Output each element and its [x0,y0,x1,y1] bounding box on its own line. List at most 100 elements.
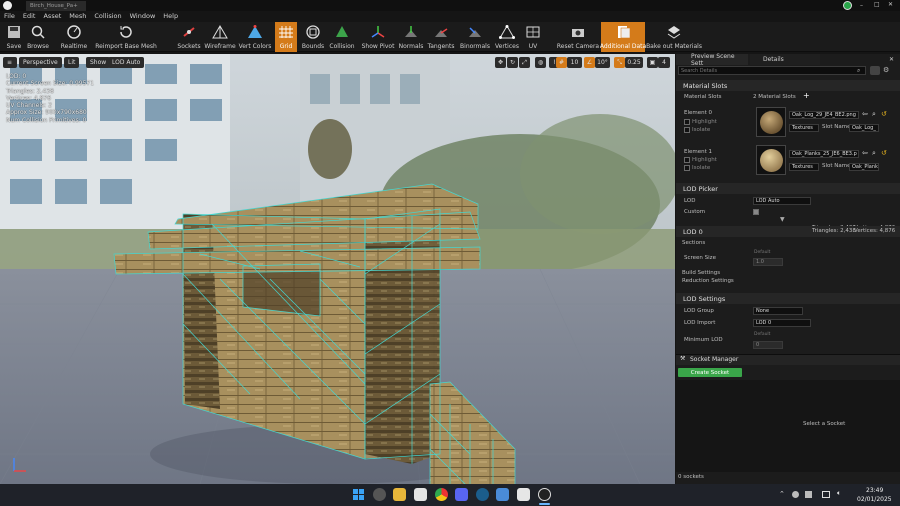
notepad-icon[interactable] [414,488,427,501]
tray-chevron-icon[interactable]: ⌃ [779,490,785,498]
chrome-icon[interactable] [435,488,448,501]
menu-edit[interactable]: Edit [19,11,40,22]
build-settings-label[interactable]: Build Settings [682,270,720,276]
realtime-button[interactable]: Realtime [60,22,88,52]
element-1-material-select[interactable]: Oak_Planks_25_JE6_BE3.p [789,150,859,158]
minimum-lod-field[interactable]: 0 [753,341,783,349]
settings-app-icon[interactable] [373,488,386,501]
bounds-button[interactable]: Bounds [300,22,326,52]
lod-settings-header[interactable]: LOD Settings [676,293,900,304]
settings-icon[interactable]: ⚙ [883,66,889,74]
network-icon[interactable] [822,491,830,498]
element-1-isolate-checkbox[interactable] [684,165,690,171]
lod-group-select[interactable]: None [753,307,803,315]
collision-button[interactable]: Collision [328,22,356,52]
material-slots-header[interactable]: Material Slots [676,80,900,91]
camera-speed-icon[interactable]: ▣ [647,57,658,68]
uv-button[interactable]: UV [524,22,542,52]
sections-label[interactable]: Sections [682,240,705,246]
element-0-browse-arrow-icon[interactable]: ⇦ [862,110,868,118]
minimize-button[interactable]: – [860,2,863,9]
browse-button[interactable]: Browse [26,22,50,52]
screen-size-field[interactable]: 1.0 [753,258,783,266]
normals-button[interactable]: Normals [398,22,424,52]
menu-window[interactable]: Window [126,11,160,22]
element-1-browse-arrow-icon[interactable]: ⇦ [862,149,868,157]
create-socket-button[interactable]: Create Socket [678,368,742,377]
sockets-button[interactable]: Sockets [177,22,201,52]
menu-mesh[interactable]: Mesh [65,11,90,22]
element-0-material-thumbnail[interactable] [756,107,786,137]
element-0-find-icon[interactable]: ⌕ [872,110,876,119]
translate-tool-icon[interactable]: ✥ [495,57,506,68]
tray-app-icon-1[interactable] [792,491,799,498]
taskbar-time[interactable]: 23:49 [866,487,883,494]
binormals-button[interactable]: Binormals [459,22,491,52]
element-1-material-thumbnail[interactable] [756,145,786,175]
element-1-reset-icon[interactable]: ↺ [881,149,887,157]
element-0-textures-select[interactable]: Textures [789,124,819,132]
reduction-settings-label[interactable]: Reduction Settings [682,278,734,284]
rotation-snap-value[interactable]: 10° [595,57,610,68]
taskbar-date[interactable]: 02/01/2025 [857,496,892,503]
lod-auto-button[interactable]: LOD Auto [108,57,145,68]
element-0-reset-icon[interactable]: ↺ [881,110,887,118]
wireframe-button[interactable]: Wireframe [204,22,236,52]
scale-tool-icon[interactable]: ⤢ [519,57,530,68]
grid-button[interactable]: Grid [275,22,297,52]
save-button[interactable]: Save [2,22,26,52]
vert-colors-button[interactable]: Vert Colors [238,22,272,52]
element-0-highlight-checkbox[interactable] [684,119,690,125]
menu-asset[interactable]: Asset [39,11,65,22]
tab-preview-scene-settings[interactable]: Preview Scene Sett [676,53,748,67]
store-icon[interactable] [496,488,509,501]
close-button[interactable]: ✕ [888,1,893,8]
reimport-base-mesh-button[interactable]: Reimport Base Mesh [95,22,157,52]
maximize-button[interactable]: □ [874,1,880,8]
element-1-textures-select[interactable]: Textures [789,163,819,171]
rotate-tool-icon[interactable]: ↻ [507,57,518,68]
element-0-material-select[interactable]: Oak_Log_29_JE4_BE2.png [789,111,859,119]
grid-snap-icon[interactable]: # [556,57,567,68]
volume-icon[interactable]: 🔈︎ [837,489,841,498]
grid-snap-value[interactable]: 10 [567,57,582,68]
world-local-icon[interactable]: ◍ [535,57,546,68]
epic-games-icon[interactable] [517,488,530,501]
asset-tab[interactable]: Birch_House_Pa+ [26,1,86,11]
help-status-icon[interactable] [843,1,852,10]
socket-list[interactable] [676,380,900,472]
lod-import-select[interactable]: LOD 0 [753,319,811,327]
menu-file[interactable]: File [0,11,19,22]
scale-snap-icon[interactable]: ⤡ [614,57,625,68]
viewport-options-button[interactable]: ≡ [3,57,17,68]
discord-icon[interactable] [455,488,468,501]
lod-picker-header[interactable]: LOD Picker [676,183,900,194]
reset-camera-button[interactable]: Reset Camera [557,22,599,52]
tangents-button[interactable]: Tangents [427,22,455,52]
custom-lod-checkbox[interactable] [753,209,759,215]
menu-help[interactable]: Help [159,11,182,22]
tab-details[interactable]: Details [750,54,820,65]
viewport[interactable]: ≡ Perspective Lit Show LOD Auto LOD: 0 C… [0,54,675,484]
element-0-isolate-checkbox[interactable] [684,127,690,133]
show-pivot-button[interactable]: Show Pivot [362,22,394,52]
perspective-button[interactable]: Perspective [19,57,62,68]
show-button[interactable]: Show [86,57,111,68]
expand-arrow-icon[interactable]: ▼ [780,216,785,223]
lit-button[interactable]: Lit [64,57,80,68]
element-0-slot-name-field[interactable]: Oak_Log_ [849,124,879,132]
add-material-slot-button[interactable]: + [803,91,810,100]
unreal-editor-taskbar-icon[interactable] [538,488,551,501]
element-1-slot-name-field[interactable]: Oak_Plank [849,163,879,171]
additional-data-button[interactable]: Additional Data [600,22,646,52]
tray-app-icon-2[interactable] [805,491,812,498]
menu-collision[interactable]: Collision [90,11,125,22]
windows-start-icon[interactable] [352,488,365,501]
lod-select[interactable]: LOD Auto [753,197,811,205]
rotation-snap-icon[interactable]: ∠ [584,57,595,68]
view-options-icon[interactable] [870,66,880,75]
steam-icon[interactable] [476,488,489,501]
panel-close-icon[interactable]: ✕ [886,54,898,65]
camera-speed-value[interactable]: 4 [658,57,670,68]
vertices-button[interactable]: Vertices [493,22,521,52]
